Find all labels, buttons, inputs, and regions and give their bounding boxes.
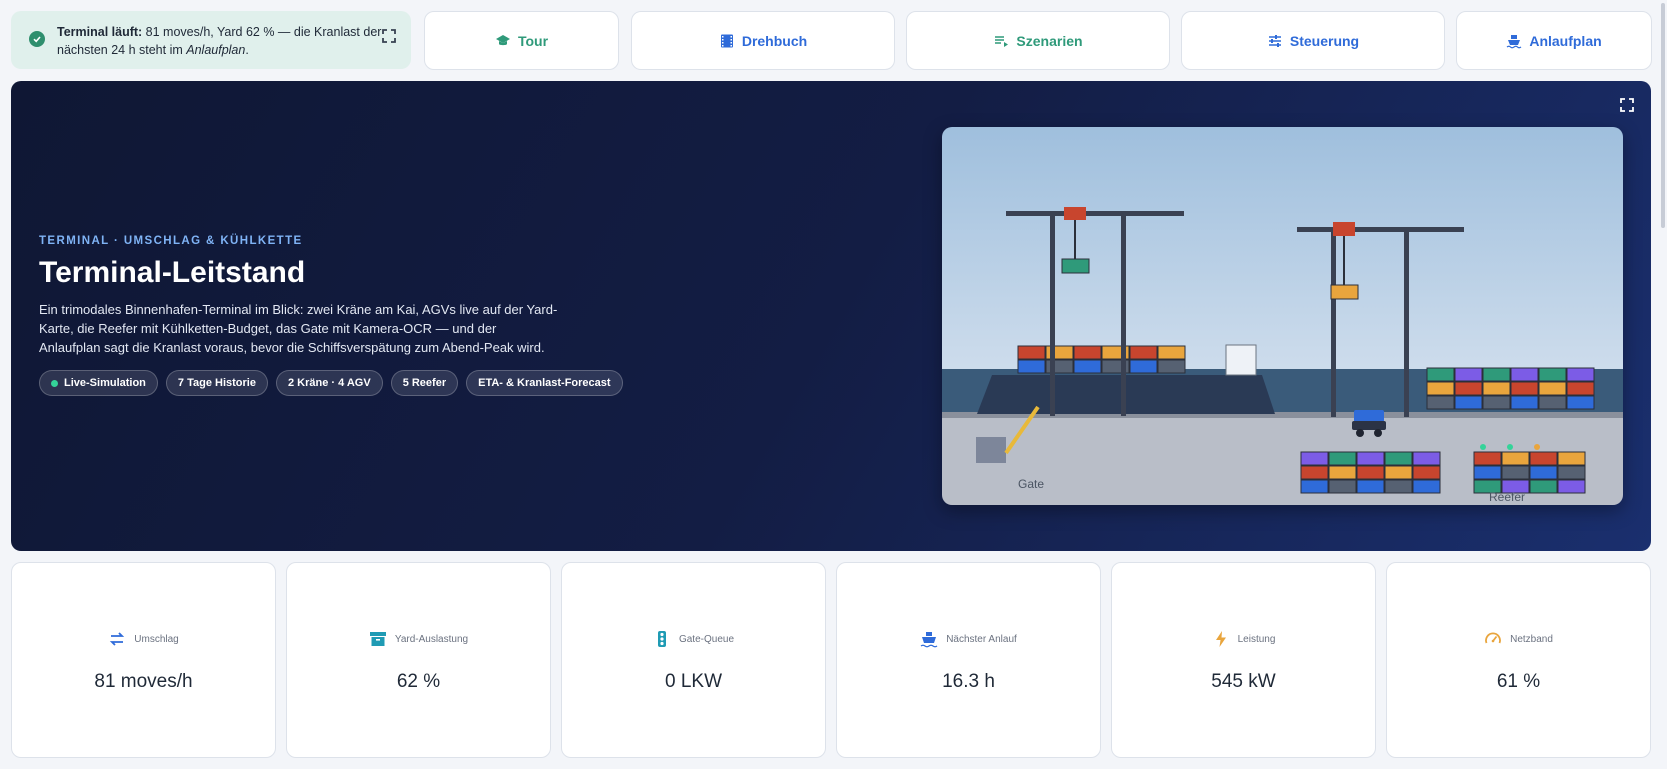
- archive-icon: [369, 632, 386, 646]
- kpi-netzband: Netzband 61 %: [1386, 562, 1651, 758]
- chip-live: Live-Simulation: [39, 370, 158, 396]
- szenarien-button[interactable]: Szenarien: [906, 11, 1170, 70]
- steuerung-button[interactable]: Steuerung: [1181, 11, 1445, 70]
- status-banner: Terminal läuft: 81 moves/h, Yard 62 % — …: [11, 11, 411, 69]
- check-circle-icon: [29, 31, 45, 47]
- kpi-gate-queue: Gate-Queue 0 LKW: [561, 562, 826, 758]
- page-scrollbar[interactable]: [1661, 3, 1665, 228]
- traffic-light-icon: [657, 631, 666, 647]
- swap-icon: [110, 632, 125, 646]
- kpi-value: 16.3 h: [942, 671, 995, 692]
- sliders-icon: [1268, 34, 1281, 47]
- terminal-scene: Gate Reefer: [942, 127, 1623, 505]
- live-dot-icon: [51, 379, 58, 387]
- kpi-value: 545 kW: [1211, 671, 1276, 692]
- playlist-icon: [995, 35, 1009, 47]
- page-title: Terminal-Leitstand: [39, 256, 306, 289]
- bolt-icon: [1215, 631, 1226, 647]
- ship-icon: [920, 632, 938, 648]
- tour-button[interactable]: Tour: [424, 11, 619, 70]
- gauge-icon: [1485, 632, 1501, 644]
- status-message: Terminal läuft: 81 moves/h, Yard 62 % — …: [57, 25, 382, 57]
- drehbuch-button[interactable]: Drehbuch: [631, 11, 895, 70]
- kpi-value: 81 moves/h: [94, 671, 193, 692]
- kpi-naechster-anlauf: Nächster Anlauf 16.3 h: [836, 562, 1101, 758]
- svg-text:Gate: Gate: [1018, 477, 1044, 491]
- hero-eyebrow: TERMINAL · UMSCHLAG & KÜHLKETTE: [39, 235, 303, 247]
- kpi-value: 0 LKW: [664, 671, 723, 692]
- hero-description: Ein trimodales Binnenhafen-Terminal im B…: [39, 302, 558, 355]
- graduation-cap-icon: [495, 34, 510, 45]
- expand-icon[interactable]: [381, 28, 397, 44]
- chip-equipment: 2 Kräne · 4 AGV: [275, 370, 383, 396]
- film-icon: [720, 34, 733, 47]
- kpi-value: 61 %: [1496, 671, 1541, 692]
- terminal-scene-illustration: Gate Reefer: [942, 127, 1623, 505]
- ship-icon: [1506, 34, 1522, 48]
- kpi-yard-auslastung: Yard-Auslastung 62 %: [286, 562, 551, 758]
- kpi-umschlag: Umschlag 81 moves/h: [11, 562, 276, 758]
- kpi-value: 62 %: [396, 671, 441, 692]
- chip-reefer: 5 Reefer: [390, 370, 459, 396]
- chip-forecast: ETA- & Kranlast-Forecast: [466, 370, 623, 396]
- fullscreen-icon[interactable]: [1619, 97, 1635, 113]
- anlaufplan-button[interactable]: Anlaufplan: [1456, 11, 1652, 70]
- svg-text:Reefer: Reefer: [1489, 490, 1525, 504]
- hero-panel: TERMINAL · UMSCHLAG & KÜHLKETTE Terminal…: [11, 81, 1651, 551]
- kpi-leistung: Leistung 545 kW: [1111, 562, 1376, 758]
- chip-history: 7 Tage Historie: [165, 370, 268, 396]
- hero-chips: Live-Simulation 7 Tage Historie 2 Kräne …: [39, 370, 623, 396]
